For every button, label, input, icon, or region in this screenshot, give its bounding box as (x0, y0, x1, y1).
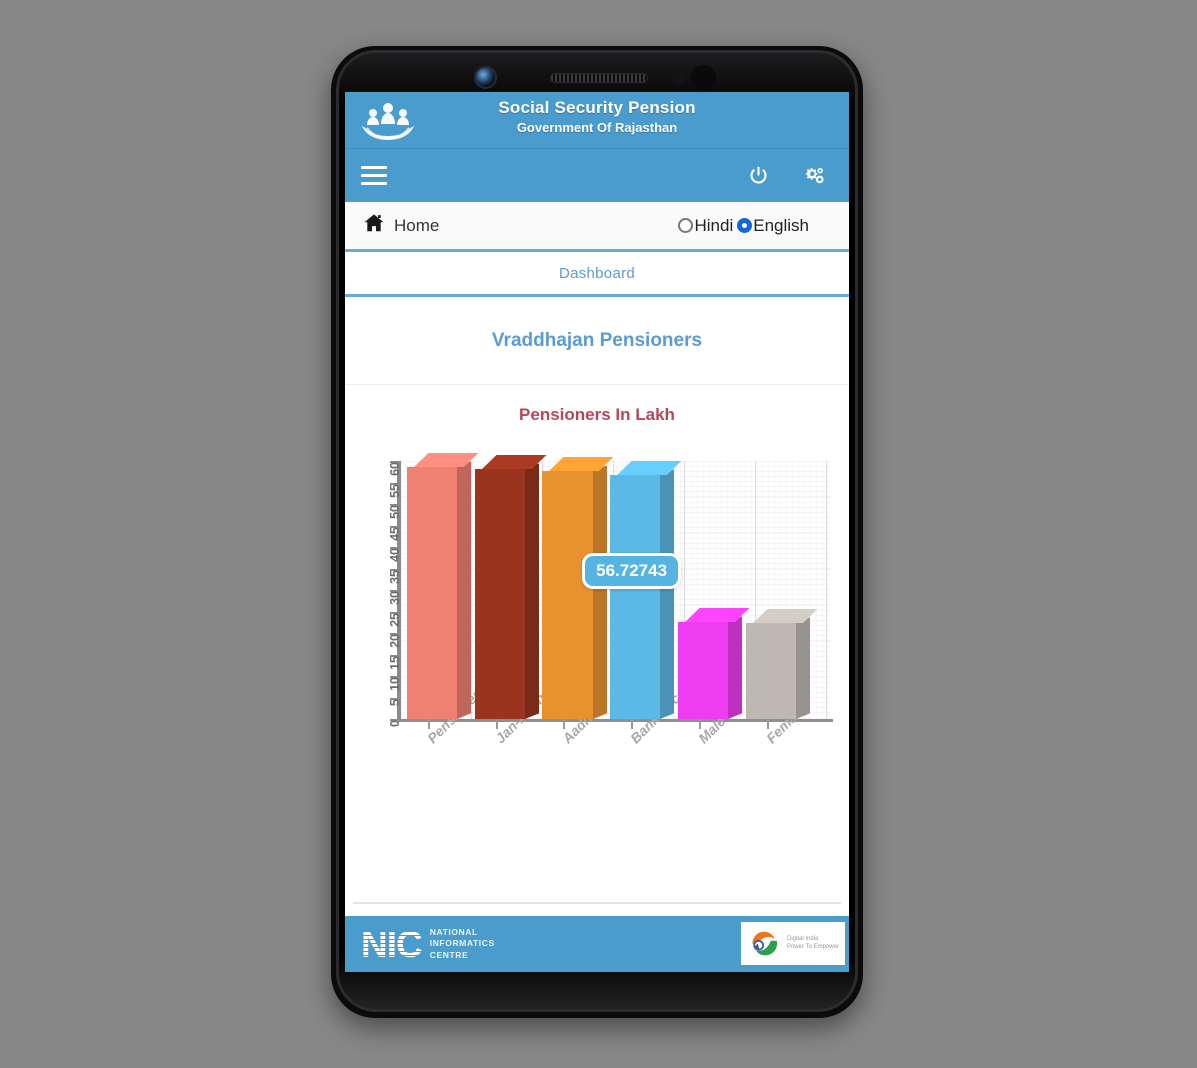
page-title: Vraddhajan Pensioners (491, 329, 703, 351)
digital-india-logo: Digital India Power To Empower (741, 922, 845, 965)
y-tick-label: 60 (388, 462, 402, 476)
proximity-sensor (672, 71, 686, 85)
gears-icon[interactable] (797, 165, 831, 186)
bar-front-face (542, 471, 593, 719)
digital-india-text: Digital India Power To Empower (787, 936, 839, 952)
dashboard-tab-label: Dashboard (558, 264, 636, 282)
x-axis-labels: PensionerJan-AadharAadharBank AccountMal… (397, 669, 837, 845)
bar-side-face (524, 463, 539, 719)
y-tick-label: 20 (388, 634, 402, 648)
bar-aadhar[interactable] (542, 457, 615, 719)
bar-value-tooltip: 56.72743 (582, 553, 682, 590)
digital-india-line2: Power To Empower (787, 943, 839, 950)
bar-side-face (592, 465, 607, 719)
earpiece-speaker (550, 73, 648, 83)
app-header: Social Security Pension Government Of Ra… (345, 92, 849, 149)
plot-area (401, 452, 831, 719)
bar-front-face (474, 469, 525, 719)
x-tick (495, 719, 498, 729)
x-axis-line (397, 719, 833, 729)
footer: NIC NATIONAL INFORMATICS CENTRE Digital … (345, 916, 849, 972)
front-camera-icon (474, 66, 497, 89)
ambient-light-sensor (691, 65, 716, 90)
bar-front-face (745, 623, 796, 719)
nic-org-line3: CENTRE (429, 949, 469, 960)
y-tick-label: 10 (388, 677, 402, 691)
y-tick-label: 5 (388, 698, 402, 706)
chart-spacer (345, 884, 849, 902)
language-option-english[interactable]: English (737, 216, 809, 236)
bar-female[interactable] (745, 609, 818, 719)
language-selector: Hindi English (678, 216, 809, 236)
bar-side-face (795, 617, 810, 719)
x-tick (766, 719, 769, 729)
y-tick-label: 45 (388, 526, 402, 541)
bar-side-face (660, 469, 675, 719)
bar-pensioner[interactable] (407, 452, 479, 719)
nic-logo: NIC NATIONAL INFORMATICS CENTRE (361, 926, 495, 963)
y-tick-label: 35 (388, 569, 402, 584)
screenshot-stage: Social Security Pension Government Of Ra… (0, 0, 1197, 1068)
home-link[interactable]: Home (363, 212, 439, 239)
language-option-hindi[interactable]: Hindi (678, 216, 733, 236)
bar-chart[interactable]: 051015202530354045505560 PensionerJan-Aa… (353, 449, 841, 884)
phone-screen: Social Security Pension Government Of Ra… (345, 92, 849, 972)
y-tick-label: 55 (388, 483, 402, 498)
radio-english[interactable] (737, 218, 753, 233)
bar-jan-aadhar[interactable] (474, 455, 547, 719)
panel-title-box: Vraddhajan Pensioners (345, 297, 849, 385)
bar-side-face (727, 616, 742, 719)
nic-org-line2: INFORMATICS (429, 938, 495, 949)
y-tick-label: 15 (388, 655, 402, 670)
chart-bottom-divider (353, 902, 841, 904)
hamburger-icon[interactable] (361, 166, 387, 185)
y-tick-label: 50 (388, 505, 402, 519)
bar-front-face (610, 475, 661, 719)
home-icon (363, 212, 385, 239)
nic-org-line1: NATIONAL (429, 926, 478, 937)
y-tick-label: 30 (388, 591, 402, 605)
navbar (345, 149, 849, 202)
y-tick-label: 40 (388, 548, 402, 562)
power-icon[interactable] (741, 165, 775, 186)
language-label-hindi: Hindi (694, 215, 734, 235)
breadcrumb-language-bar: Home Hindi English (345, 202, 849, 252)
y-axis-labels: 0 5 10 15 20 25 30 35 40 45 50 55 60 (363, 449, 402, 727)
home-label: Home (394, 215, 440, 235)
app-subtitle: Government Of Rajasthan (516, 120, 678, 135)
bar-side-face (457, 460, 472, 719)
chart-title: Pensioners In Lakh (519, 405, 675, 424)
bar-male[interactable] (677, 608, 750, 719)
language-label-english: English (753, 215, 809, 235)
bar-front-face (677, 622, 728, 719)
chart-card: Pensioners In Lakh 0 5 10 15 20 25 30 35 40 45 50 5… (345, 385, 849, 904)
dashboard-tab[interactable]: Dashboard (345, 252, 849, 297)
y-tick-label: 25 (388, 612, 402, 627)
nic-wordmark: NIC (361, 923, 423, 965)
bar-front-face (407, 466, 458, 719)
nic-org-name: NATIONAL INFORMATICS CENTRE (430, 927, 495, 961)
bar-bank-account[interactable] (610, 461, 682, 719)
app-title: Social Security Pension (498, 98, 696, 117)
radio-hindi[interactable] (678, 218, 694, 233)
digital-india-line1: Digital India (787, 935, 819, 942)
